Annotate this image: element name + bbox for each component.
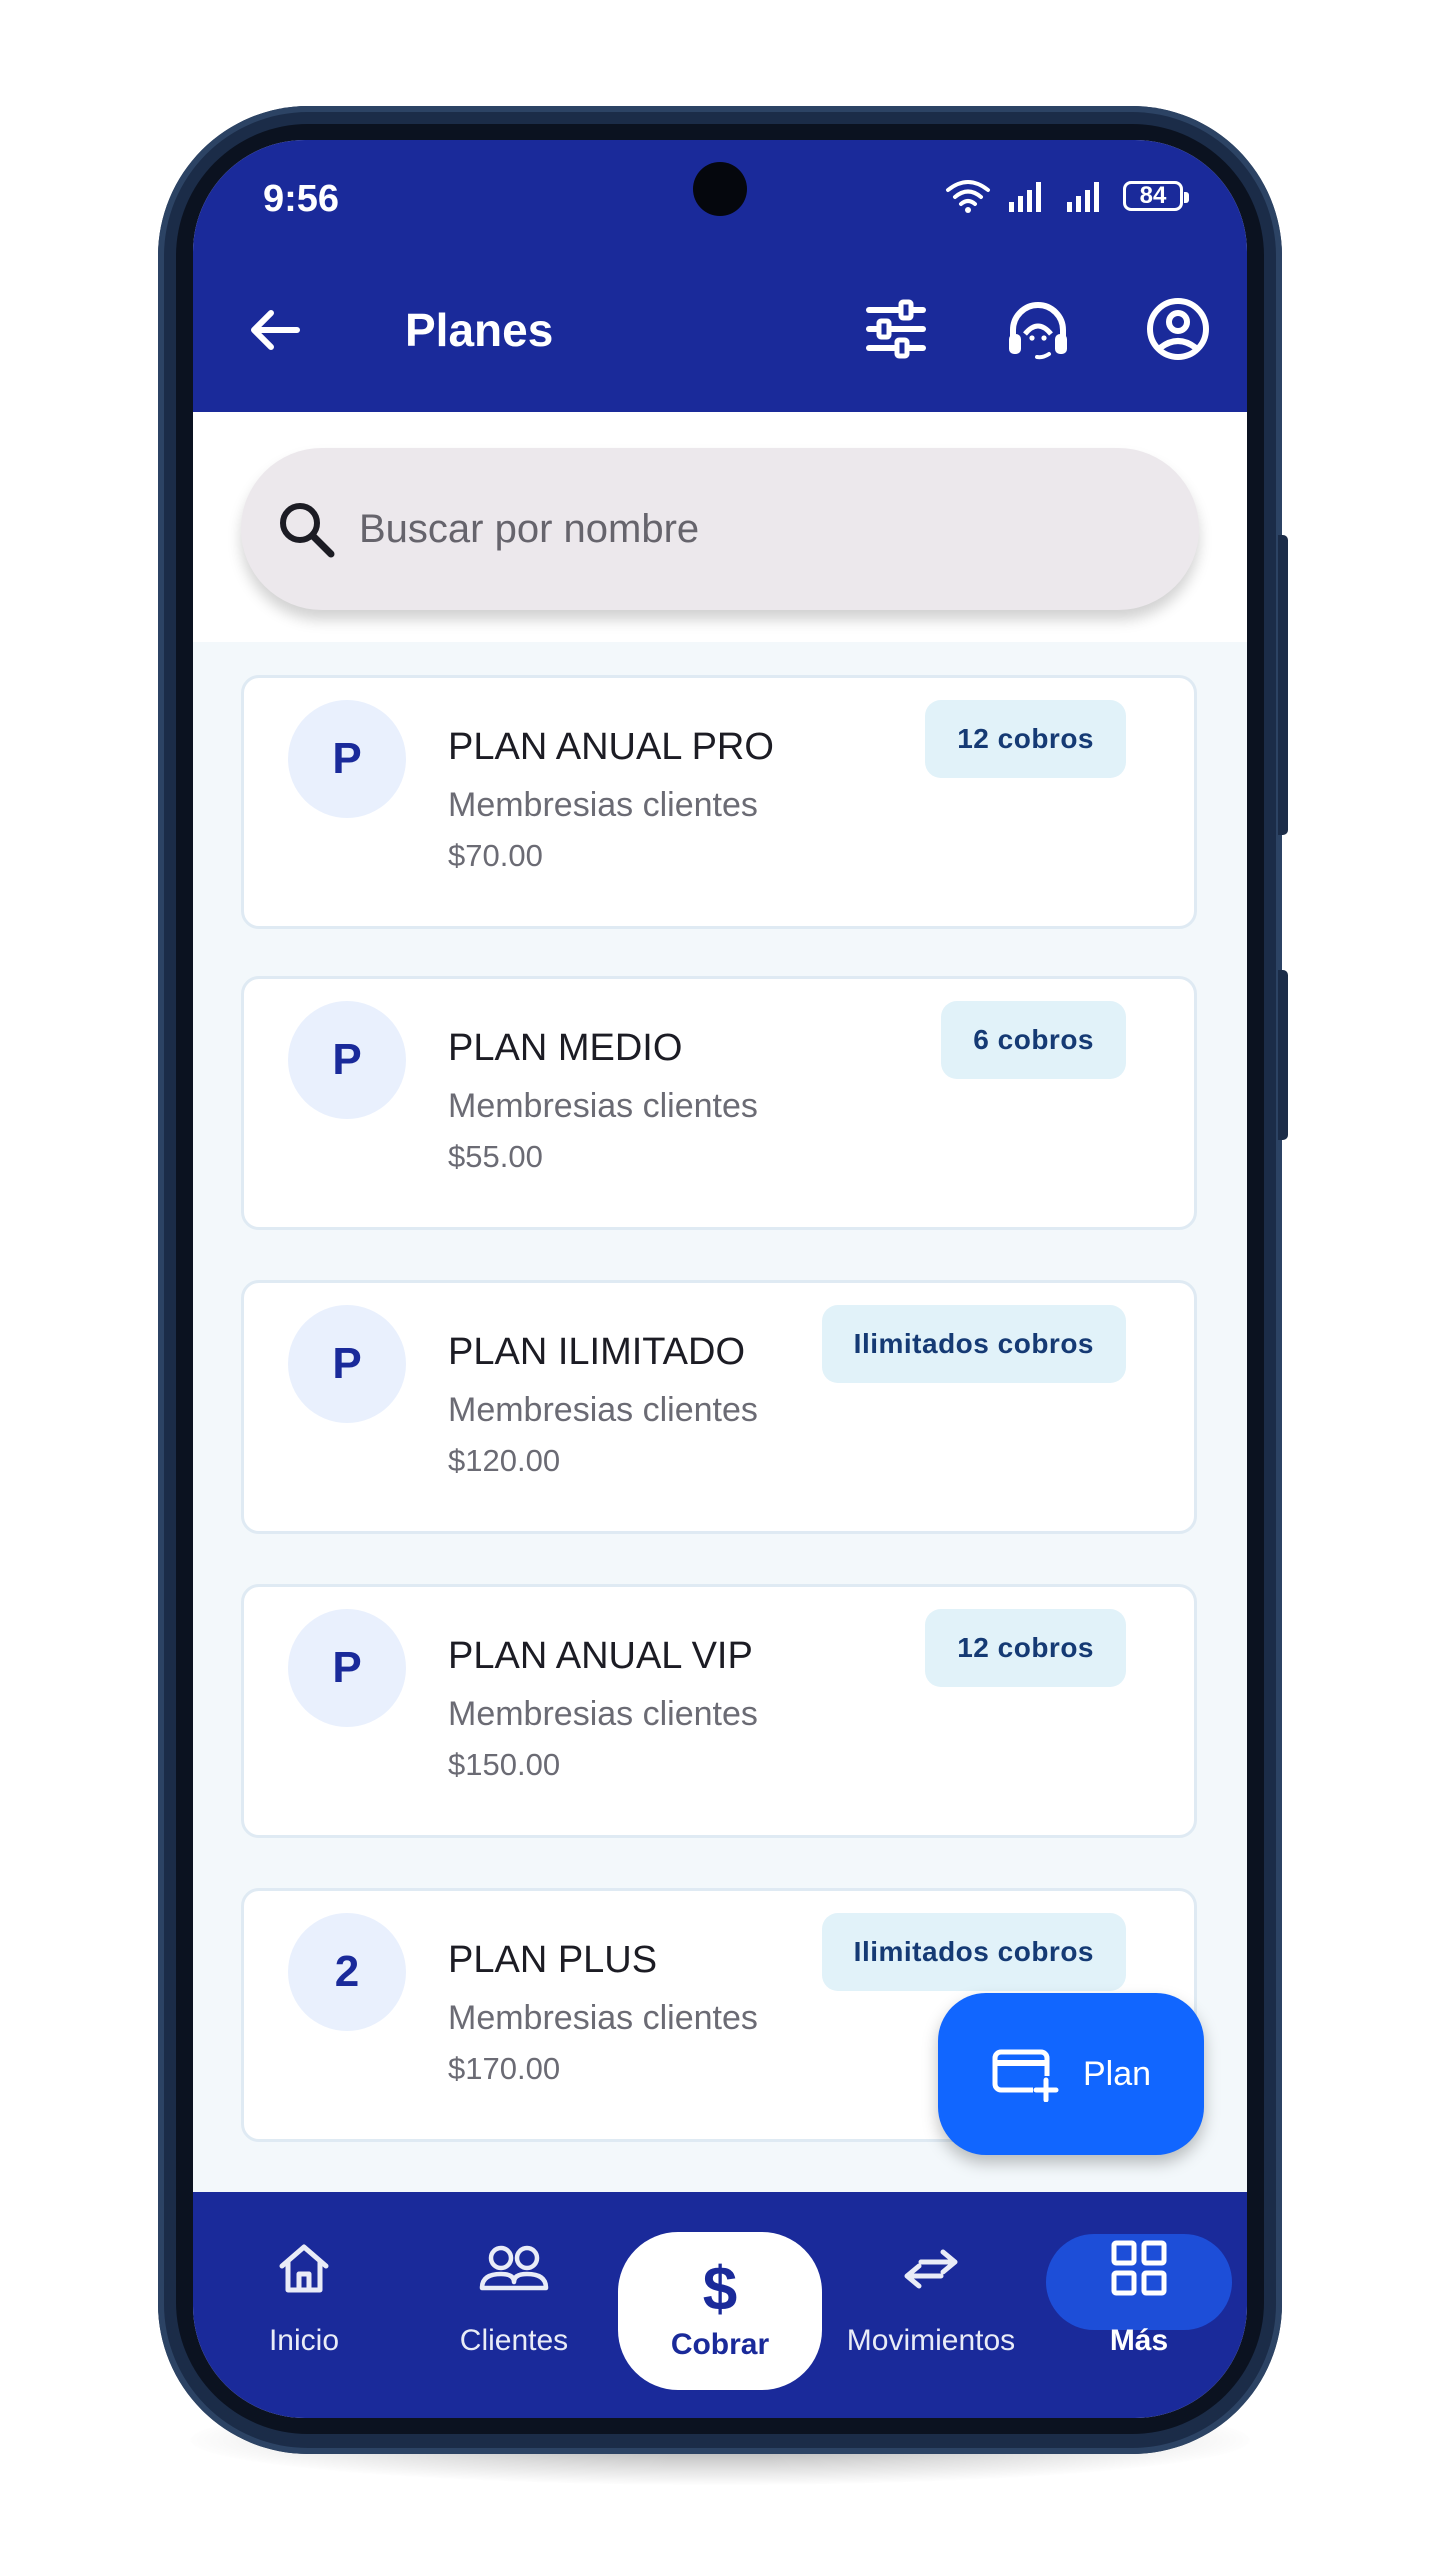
transfer-arrows-icon <box>904 2249 958 2289</box>
plan-avatar: P <box>288 1001 406 1119</box>
home-icon <box>279 2244 329 2293</box>
plan-card[interactable]: P PLAN MEDIO Membresias clientes $55.00 … <box>241 976 1197 1230</box>
nav-item-inicio[interactable]: Inicio <box>204 2230 404 2358</box>
plan-name: PLAN PLUS <box>448 1939 658 1981</box>
filter-sliders-icon[interactable] <box>861 294 931 364</box>
app-screen: 9:56 84 Planes Buscar por nombre P PLAN … <box>193 140 1247 2418</box>
add-card-icon <box>992 2049 1059 2102</box>
nav-label: Cobrar <box>670 2328 770 2361</box>
plan-avatar: P <box>288 1305 406 1423</box>
plan-category: Membresias clientes <box>448 1695 758 1733</box>
volume-button <box>1278 535 1288 835</box>
dollar-icon: $ <box>702 2255 738 2324</box>
search-bar[interactable] <box>241 448 1199 610</box>
bottom-navigation: Inicio Clientes $ Cobrar Movimientos Más <box>193 2192 1247 2418</box>
nav-item-cobrar[interactable]: $ Cobrar <box>618 2232 822 2390</box>
signal-icon <box>1009 182 1041 212</box>
plan-charges-badge: 12 cobros <box>925 700 1126 778</box>
plan-name: PLAN ANUAL PRO <box>448 726 774 768</box>
plan-avatar: P <box>288 700 406 818</box>
add-plan-button[interactable]: Plan <box>938 1993 1204 2155</box>
plan-charges-badge: 6 cobros <box>941 1001 1126 1079</box>
plan-price: $170.00 <box>448 2051 561 2086</box>
grid-apps-icon <box>1111 2240 1167 2296</box>
battery-icon: 84 <box>1123 181 1189 211</box>
support-headset-icon[interactable] <box>1003 294 1073 364</box>
search-icon <box>280 503 335 558</box>
status-time: 9:56 <box>263 178 340 220</box>
plan-category: Membresias clientes <box>448 1999 758 2037</box>
power-button <box>1278 970 1288 1140</box>
signal-icon <box>1067 182 1099 212</box>
nav-item-mas[interactable]: Más <box>1039 2230 1239 2358</box>
plan-category: Membresias clientes <box>448 1391 758 1429</box>
plan-name: PLAN ANUAL VIP <box>448 1635 753 1677</box>
plan-charges-badge: 12 cobros <box>925 1609 1126 1687</box>
search-input[interactable] <box>359 448 1159 610</box>
plan-category: Membresias clientes <box>448 786 758 824</box>
plan-price: $120.00 <box>448 1443 561 1478</box>
plan-avatar: P <box>288 1609 406 1727</box>
app-header: 9:56 84 Planes <box>193 140 1247 412</box>
users-icon <box>479 2245 549 2291</box>
plan-name: PLAN MEDIO <box>448 1027 683 1069</box>
plan-card[interactable]: P PLAN ANUAL PRO Membresias clientes $70… <box>241 675 1197 929</box>
back-arrow-icon[interactable] <box>245 300 305 360</box>
account-circle-icon[interactable] <box>1143 294 1213 364</box>
plan-card[interactable]: P PLAN ILIMITADO Membresias clientes $12… <box>241 1280 1197 1534</box>
nav-label: Más <box>1109 2324 1169 2357</box>
nav-label: Inicio <box>268 2324 340 2357</box>
add-plan-label: Plan <box>1082 2054 1152 2093</box>
page-title: Planes <box>405 304 554 356</box>
plan-price: $55.00 <box>448 1139 543 1174</box>
plan-avatar: 2 <box>288 1913 406 2031</box>
nav-label: Movimientos <box>846 2324 1016 2357</box>
nav-label: Clientes <box>459 2324 569 2357</box>
plan-price: $150.00 <box>448 1747 561 1782</box>
status-icons: 84 <box>945 178 1189 214</box>
plan-card[interactable]: P PLAN ANUAL VIP Membresias clientes $15… <box>241 1584 1197 1838</box>
wifi-icon <box>946 180 990 213</box>
front-camera <box>693 162 747 216</box>
nav-item-clientes[interactable]: Clientes <box>414 2230 614 2358</box>
plan-charges-badge: Ilimitados cobros <box>821 1913 1126 1991</box>
plan-price: $70.00 <box>448 838 543 873</box>
plan-name: PLAN ILIMITADO <box>448 1331 746 1373</box>
nav-item-movimientos[interactable]: Movimientos <box>831 2230 1031 2358</box>
plan-category: Membresias clientes <box>448 1087 758 1125</box>
plan-charges-badge: Ilimitados cobros <box>821 1305 1126 1383</box>
